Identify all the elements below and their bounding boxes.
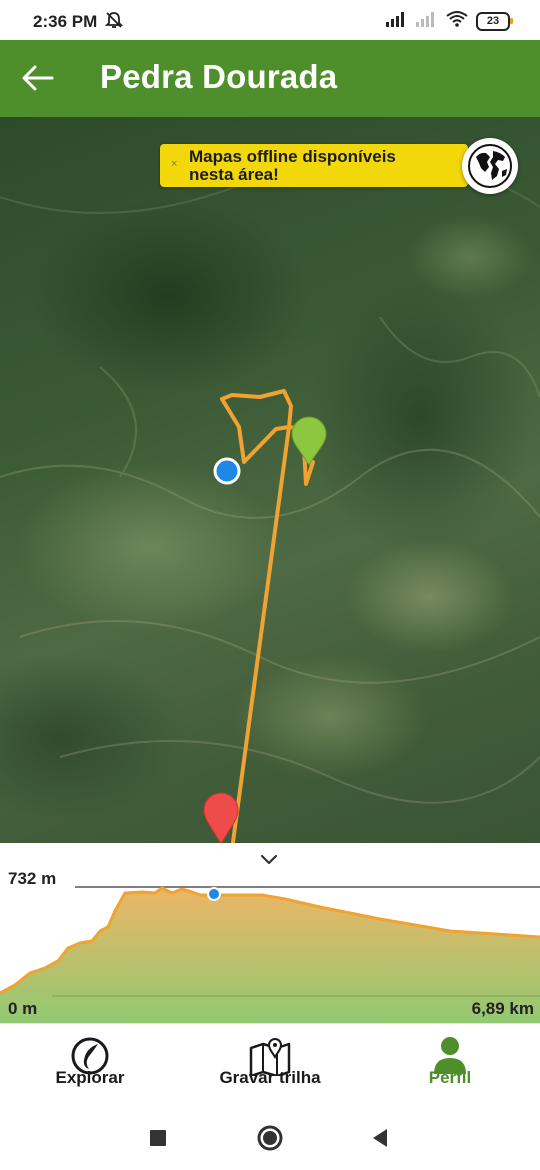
globe-icon [468,144,512,188]
nav-item-gravar-trilha[interactable]: Gravar trilha [195,1024,345,1106]
home-icon[interactable] [256,1124,284,1157]
banner-text: Mapas offline disponíveis nesta área! [189,147,396,184]
elevation-profile-chart [0,886,540,1023]
status-bar: 2:36 PM 23 [0,0,540,40]
offline-maps-button[interactable] [462,138,518,194]
status-time: 2:36 PM [33,12,98,31]
current-position-icon [213,457,241,485]
trail-route [220,389,315,843]
app-bar: Pedra Dourada [0,40,540,117]
satellite-map[interactable]: × Mapas offline disponíveis nesta área! [0,117,540,843]
page-title: Pedra Dourada [100,58,338,95]
nav-item-explorar[interactable]: Explorar [20,1024,160,1106]
terrain-texture [0,152,540,804]
battery-indicator: 23 [476,11,513,31]
map-overlay [0,152,540,843]
recents-icon[interactable] [149,1124,167,1157]
offline-maps-banner[interactable]: × Mapas offline disponíveis nesta área! [160,144,468,187]
elevation-position-dot [207,887,221,901]
nav-label: Perfil [428,1068,472,1087]
bottom-navigation: Explorar Gravar trilha Perfil [0,1023,540,1106]
nav-label: Gravar trilha [219,1068,321,1087]
signal-secondary-icon [416,11,438,32]
nav-label: Explorar [55,1068,125,1087]
max-elevation-label: 732 m [8,869,57,888]
elevation-area [0,888,540,1023]
total-distance-label: 6,89 km [471,999,534,1018]
banner-close-icon[interactable]: × [171,158,177,170]
dnd-off-icon [104,10,124,35]
chevron-down-icon[interactable] [258,853,280,867]
signal-icon [386,11,408,32]
back-triangle-icon[interactable] [371,1124,389,1157]
wifi-icon [446,10,468,32]
start-marker-icon[interactable] [291,416,327,467]
min-elevation-label: 0 m [8,999,38,1018]
nav-item-perfil[interactable]: Perfil [390,1024,510,1106]
elevation-panel: 732 m 0 m 6,89 km [0,843,540,1023]
back-arrow-icon[interactable] [22,64,54,92]
system-navigation-bar [0,1105,540,1170]
